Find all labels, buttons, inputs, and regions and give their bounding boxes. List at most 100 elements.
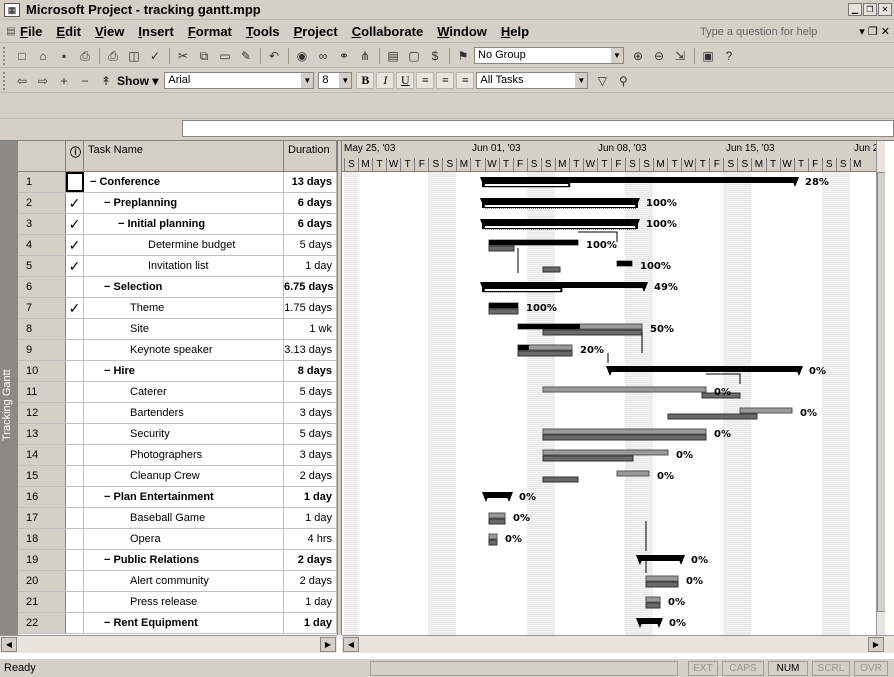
chevron-down-icon[interactable]: ▼ — [339, 73, 352, 88]
baseline-bar[interactable] — [645, 602, 661, 609]
menu-help[interactable]: Help — [501, 24, 529, 39]
summary-bar[interactable] — [482, 177, 797, 183]
menu-window[interactable]: Window — [437, 24, 487, 39]
task-name-cell[interactable]: Cleanup Crew — [84, 466, 284, 486]
row-number[interactable]: 5 — [18, 256, 66, 276]
task-bar[interactable] — [488, 512, 506, 519]
row-number[interactable]: 22 — [18, 613, 66, 633]
task-notes-icon[interactable]: ▢ — [404, 47, 424, 65]
baseline-bar[interactable] — [542, 329, 643, 336]
bold-button[interactable]: B — [356, 72, 375, 89]
baseline-bar[interactable] — [667, 413, 758, 420]
row-number[interactable]: 3 — [18, 214, 66, 234]
task-name-cell[interactable]: Photographers — [84, 445, 284, 465]
duration-cell[interactable]: 5 days — [284, 382, 337, 402]
baseline-bar[interactable] — [542, 476, 579, 483]
font-select[interactable]: Arial ▼ — [164, 72, 315, 89]
complete-check-icon[interactable]: ✓ — [66, 256, 84, 276]
table-row[interactable]: 15 Cleanup Crew 2 days — [18, 466, 337, 487]
table-row[interactable]: 20 Alert community 2 days — [18, 571, 337, 592]
indicator-cell[interactable] — [66, 592, 84, 612]
gantt-chart[interactable]: May 25, '03 Jun 01, '03 Jun 08, '03 Jun 15,… — [342, 141, 885, 635]
table-row[interactable]: 5 ✓ Invitation list 1 day — [18, 256, 337, 277]
row-number[interactable]: 13 — [18, 424, 66, 444]
print-preview-icon[interactable]: ◫ — [124, 47, 144, 65]
baseline-bar[interactable] — [488, 308, 519, 315]
indicator-cell[interactable] — [66, 613, 84, 633]
menu-project[interactable]: Project — [294, 24, 338, 39]
table-row[interactable]: 10 − Hire 8 days — [18, 361, 337, 382]
scroll-left-icon[interactable]: ◀ — [343, 637, 359, 652]
scroll-left-icon[interactable]: ◀ — [1, 637, 17, 652]
minimize-button[interactable]: ▁ — [848, 3, 862, 16]
task-name-cell[interactable]: − Rent Equipment — [84, 613, 284, 633]
table-row[interactable]: 16 − Plan Entertainment 1 day — [18, 487, 337, 508]
entry-field[interactable] — [182, 120, 894, 137]
open-icon[interactable]: ⌂ — [33, 47, 53, 65]
task-name-cell[interactable]: Invitation list — [84, 256, 284, 276]
task-bar[interactable] — [542, 428, 707, 435]
duration-cell[interactable]: 3.13 days — [284, 340, 337, 360]
menu-insert[interactable]: Insert — [138, 24, 173, 39]
indicator-cell[interactable] — [66, 382, 84, 402]
complete-check-icon[interactable]: ✓ — [66, 298, 84, 318]
task-bar[interactable] — [739, 407, 793, 414]
show-subtasks-icon[interactable]: + — [54, 72, 74, 90]
baseline-bar[interactable] — [488, 539, 498, 546]
indicator-cell[interactable] — [66, 172, 84, 192]
task-progress-fill[interactable] — [489, 303, 518, 308]
indicator-cell[interactable] — [66, 403, 84, 423]
task-progress-fill[interactable] — [489, 240, 578, 245]
help-question-input[interactable]: Type a question for help — [698, 24, 838, 40]
menu-tools[interactable]: Tools — [246, 24, 280, 39]
row-number[interactable]: 6 — [18, 277, 66, 297]
table-row[interactable]: 12 Bartenders 3 days — [18, 403, 337, 424]
indicator-cell[interactable] — [66, 424, 84, 444]
duration-cell[interactable]: 13 days — [284, 172, 337, 192]
task-name-cell[interactable]: Alert community — [84, 571, 284, 591]
duration-cell[interactable]: 1 day — [284, 613, 337, 633]
indicator-cell[interactable] — [66, 361, 84, 381]
outdent-icon[interactable]: ⇦ — [12, 72, 32, 90]
complete-check-icon[interactable]: ✓ — [66, 235, 84, 255]
baseline-bar[interactable] — [542, 434, 707, 441]
duration-cell[interactable]: 2 days — [284, 466, 337, 486]
complete-check-icon[interactable]: ✓ — [66, 214, 84, 234]
duration-cell[interactable]: 5 days — [284, 235, 337, 255]
table-row[interactable]: 4 ✓ Determine budget 5 days — [18, 235, 337, 256]
indicator-cell[interactable] — [66, 508, 84, 528]
row-number[interactable]: 15 — [18, 466, 66, 486]
align-left-icon[interactable]: ≡ — [416, 72, 435, 89]
table-row[interactable]: 14 Photographers 3 days — [18, 445, 337, 466]
task-name-cell[interactable]: Theme — [84, 298, 284, 318]
table-row[interactable]: 1 − Conference 13 days — [18, 172, 337, 193]
show-icon[interactable]: ↟ — [96, 72, 116, 90]
row-number[interactable]: 19 — [18, 550, 66, 570]
table-row[interactable]: 17 Baseball Game 1 day — [18, 508, 337, 529]
task-name-cell[interactable]: Bartenders — [84, 403, 284, 423]
format-painter-icon[interactable]: ✎ — [236, 47, 256, 65]
indicators-header[interactable]: ⓘ — [66, 141, 84, 172]
summary-bar[interactable] — [482, 282, 646, 288]
row-number[interactable]: 1 — [18, 172, 66, 192]
select-all-header[interactable] — [18, 141, 66, 172]
duration-cell[interactable]: 1.75 days — [284, 298, 337, 318]
indicator-cell[interactable] — [66, 550, 84, 570]
table-row[interactable]: 13 Security 5 days — [18, 424, 337, 445]
menu-collaborate[interactable]: Collaborate — [352, 24, 424, 39]
task-bar[interactable] — [645, 575, 679, 582]
duration-cell[interactable]: 5 days — [284, 424, 337, 444]
permission-icon[interactable]: ⎙ — [75, 47, 95, 65]
duration-cell[interactable]: 2 days — [284, 550, 337, 570]
task-bar[interactable] — [616, 470, 650, 477]
assign-resources-icon[interactable]: $ — [425, 47, 445, 65]
baseline-bar[interactable] — [488, 245, 515, 252]
task-name-cell[interactable]: − Conference — [84, 172, 284, 192]
new-icon[interactable]: □ — [12, 47, 32, 65]
indicator-cell[interactable] — [66, 529, 84, 549]
view-bar[interactable]: Tracking Gantt — [0, 141, 18, 635]
split-task-icon[interactable]: ⋔ — [355, 47, 375, 65]
duration-cell[interactable]: 3 days — [284, 403, 337, 423]
task-progress-fill[interactable] — [518, 324, 580, 329]
row-number[interactable]: 12 — [18, 403, 66, 423]
